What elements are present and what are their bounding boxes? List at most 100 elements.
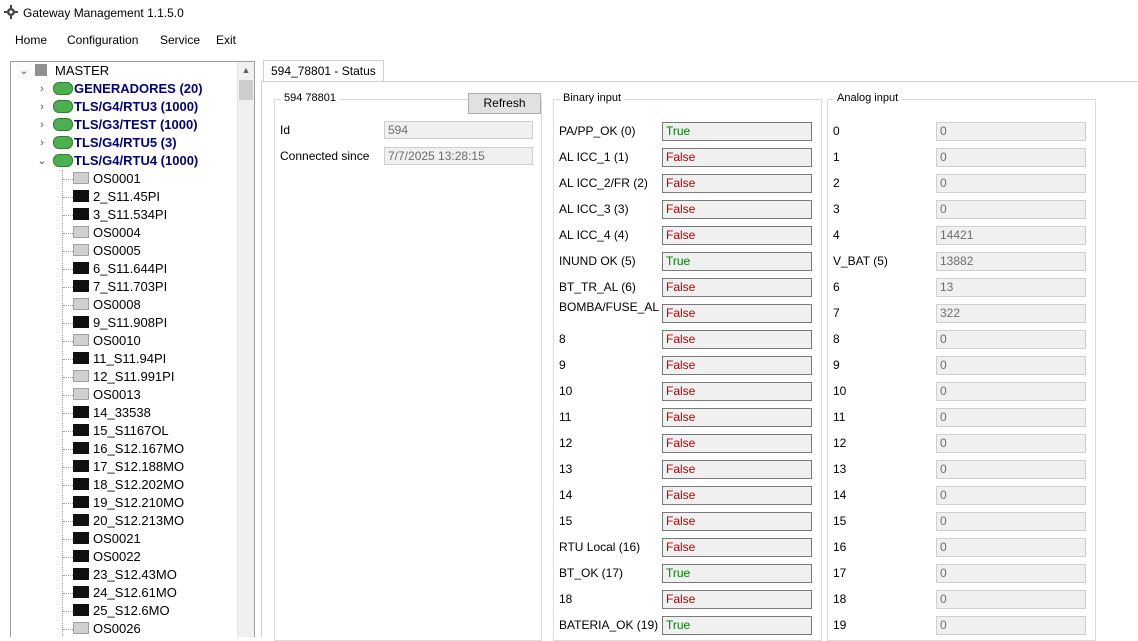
binary-input-value: False <box>662 200 812 219</box>
analog-input-label: 18 <box>833 592 847 606</box>
expand-chevron-icon[interactable]: › <box>37 98 47 116</box>
device-online-icon <box>73 208 89 220</box>
tree-scrollbar[interactable]: ▲ <box>237 62 254 637</box>
tree-item-device[interactable]: 12_S11.991PI <box>11 368 235 386</box>
tree-item-device[interactable]: 14_33538 <box>11 404 235 422</box>
window-title: Gateway Management 1.1.5.0 <box>23 6 184 20</box>
tree-item-device[interactable]: 18_S12.202MO <box>11 476 235 494</box>
expand-chevron-icon[interactable]: › <box>37 80 47 98</box>
id-label: Id <box>280 123 291 137</box>
tree-item-label: 16_S12.167MO <box>93 441 185 456</box>
tree-item-device[interactable]: OS0021 <box>11 530 235 548</box>
tree-item-label: OS0008 <box>93 297 141 312</box>
tree-item-label: OS0005 <box>93 243 141 258</box>
analog-input-value: 13882 <box>936 252 1086 271</box>
tree-item-group[interactable]: › TLS/G4/RTU3 (1000) <box>11 98 235 116</box>
binary-input-label: BOMBA/FUSE_AL <box>559 300 660 314</box>
tree-item-master[interactable]: ⌄ MASTER <box>11 62 235 80</box>
tree-item-device[interactable]: OS0005 <box>11 242 235 260</box>
binary-input-value: False <box>662 538 812 557</box>
refresh-button[interactable]: Refresh <box>468 93 541 114</box>
analog-input-label: 19 <box>833 618 847 632</box>
tree-item-label: OS0026 <box>93 621 141 636</box>
menu-home[interactable]: Home <box>15 33 47 47</box>
menu-exit[interactable]: Exit <box>216 33 236 47</box>
tree-item-group[interactable]: › GENERADORES (20) <box>11 80 235 98</box>
tree-item-device[interactable]: 16_S12.167MO <box>11 440 235 458</box>
tree-item-label: TLS/G4/RTU4 (1000) <box>74 153 199 168</box>
tree-item-label: TLS/G4/RTU5 (3) <box>74 135 177 150</box>
device-tree[interactable]: ▲ ⌄ MASTER › GENERADORES (20) › TLS/G4/RTU3 (… <box>10 61 255 637</box>
analog-input-label: V_BAT (5) <box>833 254 888 268</box>
tree-item-group[interactable]: › TLS/G4/RTU5 (3) <box>11 134 235 152</box>
device-online-icon <box>73 442 89 454</box>
tree-item-device[interactable]: OS0001 <box>11 170 235 188</box>
binary-input-label: BT_TR_AL (6) <box>559 280 636 294</box>
analog-input-value: 0 <box>936 330 1086 349</box>
tree-item-device[interactable]: OS0026 <box>11 620 235 637</box>
binary-input-label: 12 <box>559 436 573 450</box>
tree-item-group[interactable]: ⌄ TLS/G4/RTU4 (1000) <box>11 152 235 170</box>
expand-chevron-icon[interactable]: › <box>37 116 47 134</box>
device-online-icon <box>73 586 89 598</box>
menu-configuration[interactable]: Configuration <box>67 33 138 47</box>
tree-item-device[interactable]: 23_S12.43MO <box>11 566 235 584</box>
tree-item-device[interactable]: 3_S11.534PI <box>11 206 235 224</box>
binary-input-value: False <box>662 148 812 167</box>
device-online-icon <box>73 568 89 580</box>
cloud-icon <box>53 118 73 131</box>
tree-item-device[interactable]: 19_S12.210MO <box>11 494 235 512</box>
connected-since-field: 7/7/2025 13:28:15 <box>384 147 533 165</box>
scroll-thumb[interactable] <box>239 80 253 100</box>
tree-item-device[interactable]: OS0013 <box>11 386 235 404</box>
binary-input-label: 15 <box>559 514 573 528</box>
tree-item-device[interactable]: 7_S11.703PI <box>11 278 235 296</box>
tree-item-label: 6_S11.644PI <box>93 261 168 276</box>
tree-item-device[interactable]: 2_S11.45PI <box>11 188 235 206</box>
analog-input-value: 0 <box>936 564 1086 583</box>
binary-input-value: False <box>662 226 812 245</box>
binary-input-label: 8 <box>559 332 566 346</box>
device-online-icon <box>73 532 89 544</box>
binary-input-label: INUND OK (5) <box>559 254 636 268</box>
tree-item-label: 24_S12.61MO <box>93 585 177 600</box>
tree-item-label: OS0013 <box>93 387 141 402</box>
tree-item-device[interactable]: 11_S11.94PI <box>11 350 235 368</box>
tree-item-device[interactable]: OS0008 <box>11 296 235 314</box>
binary-input-value: True <box>662 122 812 141</box>
tree-item-group[interactable]: › TLS/G3/TEST (1000) <box>11 116 235 134</box>
analog-input-label: 16 <box>833 540 847 554</box>
cloud-icon <box>53 100 73 113</box>
tree-item-device[interactable]: 15_S1167OL <box>11 422 235 440</box>
analog-input-label: 6 <box>833 280 840 294</box>
analog-input-value: 14421 <box>936 226 1086 245</box>
tree-item-device[interactable]: 9_S11.908PI <box>11 314 235 332</box>
analog-input-value: 0 <box>936 382 1086 401</box>
binary-input-label: 18 <box>559 592 573 606</box>
collapse-chevron-icon[interactable]: ⌄ <box>19 62 29 80</box>
tree-item-device[interactable]: OS0004 <box>11 224 235 242</box>
status-panel: 594 78801 Refresh Id 594 Connected since… <box>261 81 1138 641</box>
analog-input-value: 0 <box>936 512 1086 531</box>
collapse-chevron-icon[interactable]: ⌄ <box>37 152 47 170</box>
tree-item-label: 14_33538 <box>93 405 151 420</box>
tab-status[interactable]: 594_78801 - Status <box>263 60 384 83</box>
tree-item-device[interactable]: OS0010 <box>11 332 235 350</box>
tree-item-device[interactable]: OS0022 <box>11 548 235 566</box>
tree-item-label: 2_S11.45PI <box>93 189 160 204</box>
expand-chevron-icon[interactable]: › <box>37 134 47 152</box>
scroll-up-icon[interactable]: ▲ <box>238 62 254 78</box>
tree-item-device[interactable]: 24_S12.61MO <box>11 584 235 602</box>
tree-item-device[interactable]: 20_S12.213MO <box>11 512 235 530</box>
device-offline-icon <box>73 370 89 382</box>
device-online-icon <box>73 406 89 418</box>
binary-input-value: False <box>662 356 812 375</box>
tree-item-device[interactable]: 17_S12.188MO <box>11 458 235 476</box>
binary-input-label: 14 <box>559 488 573 502</box>
tree-item-label: GENERADORES (20) <box>74 81 203 96</box>
tree-item-device[interactable]: 25_S12.6MO <box>11 602 235 620</box>
tree-item-device[interactable]: 6_S11.644PI <box>11 260 235 278</box>
analog-input-value: 0 <box>936 460 1086 479</box>
device-offline-icon <box>73 388 89 400</box>
menu-service[interactable]: Service <box>160 33 200 47</box>
